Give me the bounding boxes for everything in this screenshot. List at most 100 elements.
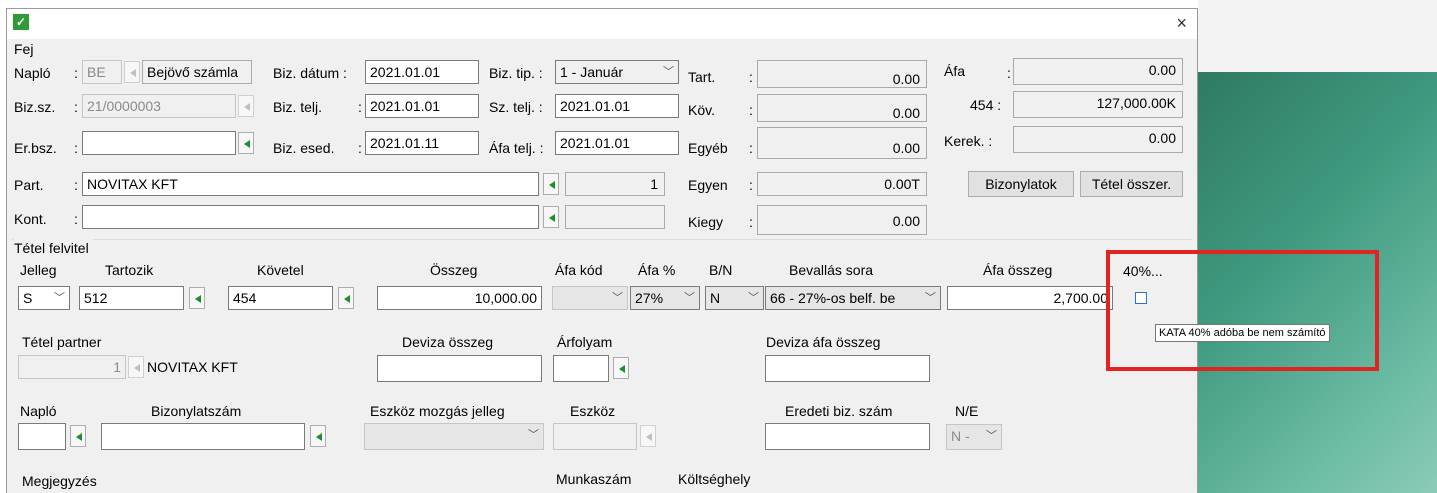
afa-pct-select[interactable]: 27% ﹀	[630, 286, 700, 310]
bizsz-lookup-button[interactable]	[238, 95, 254, 117]
desktop-background-top	[1198, 0, 1437, 72]
afa-telj-field[interactable]: 2021.01.01	[555, 131, 679, 155]
osszeg-field[interactable]: 10,000.00	[377, 286, 542, 310]
munkaszam-label: Munkaszám	[556, 471, 632, 487]
bizsz-label: Biz.sz.	[14, 99, 56, 115]
fej-group-title: Fej	[14, 41, 34, 57]
eszkoz-mozgas-label: Eszköz mozgás jelleg	[370, 403, 505, 419]
deviza-osszeg-field[interactable]	[377, 355, 542, 382]
partner-field[interactable]: NOVITAX KFT	[82, 172, 539, 196]
erbsz-field[interactable]	[82, 131, 236, 155]
afa-value: 0.00	[1013, 58, 1183, 85]
bizonylatszam-lookup-button[interactable]	[310, 425, 326, 447]
kov-label: Köv.	[688, 102, 715, 118]
deviza-afa-label: Deviza áfa összeg	[766, 334, 881, 350]
kerek-value: 0.00	[1013, 126, 1183, 153]
bizsz-field[interactable]: 21/0000003	[82, 94, 236, 118]
chevron-down-icon: ﹀	[612, 292, 623, 304]
highlight-box	[1106, 250, 1379, 371]
kiegy-colon: :	[749, 214, 753, 230]
bizonylatok-button[interactable]: Bizonylatok	[968, 171, 1074, 197]
contact-lookup-button[interactable]	[543, 206, 559, 228]
tetel-partner-name: NOVITAX KFT	[147, 359, 238, 375]
eszkoz-lookup-button[interactable]	[640, 425, 656, 447]
afa-osszeg-field[interactable]: 2,700.00	[947, 286, 1113, 310]
jelleg-value: S	[23, 290, 33, 306]
naplo2-lookup-button[interactable]	[70, 425, 86, 447]
arfolyam-label: Árfolyam	[557, 334, 613, 350]
naplo2-field[interactable]	[18, 423, 66, 450]
naplo-code-field[interactable]: BE	[82, 60, 122, 84]
arfolyam-lookup-button[interactable]	[613, 357, 629, 379]
deviza-afa-field[interactable]	[765, 355, 930, 382]
jelleg-label: Jelleg	[20, 262, 57, 278]
biz-telj-colon: :	[358, 99, 362, 115]
tartozik-label: Tartozik	[105, 262, 154, 278]
biz-tip-value: 1 - Január	[560, 64, 624, 80]
close-icon[interactable]: ×	[1176, 13, 1187, 34]
partner-lookup-button[interactable]	[543, 173, 559, 195]
kovetel-lookup-button[interactable]	[338, 287, 354, 309]
eszkoz-label: Eszköz	[570, 403, 616, 419]
chevron-down-icon: ﹀	[748, 292, 759, 304]
eszkoz-mozgas-select[interactable]: ﹀	[364, 423, 544, 450]
koltseghely-label: Költséghely	[678, 471, 751, 487]
partner-count-field: 1	[565, 172, 665, 196]
bevallas-select[interactable]: 66 - 27%-os belf. be ﹀	[765, 286, 941, 310]
chevron-down-icon: ﹀	[663, 66, 674, 78]
bn-select[interactable]: N ﹀	[705, 286, 764, 310]
afa-kod-label: Áfa kód	[555, 262, 603, 278]
kovetel-label: Követel	[257, 262, 304, 278]
biz-tip-select[interactable]: 1 - Január ﹀	[555, 60, 679, 84]
tart-label: Tart.	[688, 69, 716, 85]
kont-colon: :	[74, 211, 78, 227]
biz-datum-label: Biz. dátum :	[273, 65, 347, 81]
jelleg-select[interactable]: S ﹀	[18, 286, 70, 310]
tetel-osszer-button[interactable]: Tétel összer.	[1080, 171, 1183, 197]
tetel-partner-num-field[interactable]: 1	[18, 355, 126, 379]
ne-select[interactable]: N - ﹀	[946, 424, 1002, 450]
egyeb-value: 0.00	[757, 127, 927, 159]
eredeti-field[interactable]	[765, 423, 930, 450]
erbsz-colon: :	[74, 140, 78, 156]
erbsz-lookup-button[interactable]	[238, 132, 254, 154]
tetel-partner-label: Tétel partner	[22, 334, 102, 350]
chevron-down-icon: ﹀	[54, 292, 65, 304]
bizsz-colon: :	[74, 99, 78, 115]
tart-colon: :	[749, 69, 753, 85]
biz-datum-field[interactable]: 2021.01.01	[365, 60, 479, 84]
ne-value: N -	[951, 428, 970, 444]
chevron-down-icon: ﹀	[684, 292, 695, 304]
arfolyam-field[interactable]	[553, 355, 609, 382]
title-bar: ✓ ×	[7, 9, 1197, 39]
afa-osszeg-label: Áfa összeg	[983, 262, 1053, 278]
contact-field[interactable]	[82, 205, 539, 229]
part-colon: :	[74, 177, 78, 193]
afa-pct-value: 27%	[635, 290, 664, 306]
bn-label: B/N	[709, 262, 733, 278]
afa-colon: :	[1007, 65, 1011, 81]
deviza-osszeg-label: Deviza összeg	[402, 334, 494, 350]
biz-esed-field[interactable]: 2021.01.11	[365, 131, 479, 155]
bn-value: N	[710, 290, 721, 306]
num454-value: 127,000.00K	[1013, 91, 1183, 118]
tetel-partner-lookup-button[interactable]	[128, 356, 144, 378]
bizonylatszam-label: Bizonylatszám	[151, 403, 242, 419]
kerek-label: Kerek. :	[944, 133, 993, 149]
naplo-lookup-button[interactable]	[124, 61, 140, 83]
bevallas-label: Bevallás sora	[789, 262, 874, 278]
chevron-down-icon: ﹀	[986, 430, 997, 442]
ne-label: N/E	[955, 403, 979, 419]
kovetel-field[interactable]: 454	[228, 286, 333, 310]
biz-telj-field[interactable]: 2021.01.01	[365, 94, 479, 118]
biz-esed-colon: :	[358, 140, 362, 156]
chevron-down-icon: ﹀	[528, 429, 539, 441]
tartozik-lookup-button[interactable]	[189, 287, 205, 309]
afa-kod-select[interactable]: ﹀	[552, 286, 628, 310]
eszkoz-field[interactable]	[553, 423, 637, 450]
sz-telj-field[interactable]: 2021.01.01	[555, 94, 679, 118]
bizonylatszam-field[interactable]	[101, 423, 305, 450]
naplo-name-field: Bejövő számla	[142, 60, 252, 84]
tart-value: 0.00	[757, 60, 927, 88]
tartozik-field[interactable]: 512	[79, 286, 184, 310]
